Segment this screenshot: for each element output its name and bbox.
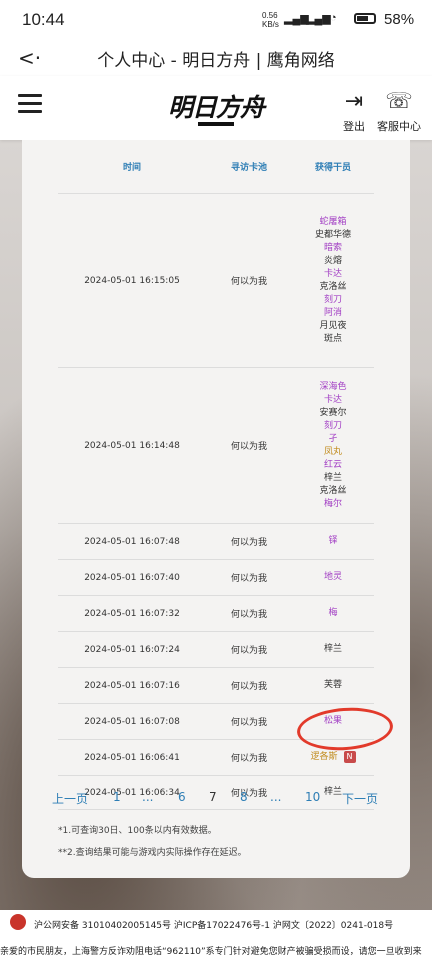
row-operators: 芙蓉: [292, 667, 374, 704]
operator-name: 刻刀: [323, 420, 342, 431]
column-header-pool: 寻访卡池: [206, 140, 292, 194]
page-link-10[interactable]: 10: [305, 790, 320, 804]
row-pool: 何以为我: [206, 367, 292, 524]
operator-name: 梓兰: [323, 472, 342, 483]
operator-name: 阿消: [323, 307, 342, 318]
row-operators: 地灵: [292, 559, 374, 596]
row-operators: 深海色卡达安赛尔刻刀孑凤丸红云梓兰克洛丝梅尔: [292, 367, 374, 524]
note-1: *1.可查询30日、100条以内有效数据。: [58, 826, 217, 836]
row-time: 2024-05-01 16:06:41: [58, 739, 206, 776]
row-pool: 何以为我: [206, 595, 292, 632]
row-time: 2024-05-01 16:07:16: [58, 667, 206, 704]
row-time: 2024-05-01 16:07:08: [58, 703, 206, 740]
battery-icon: [354, 13, 376, 24]
signal-icon: ▂▄▆: [306, 13, 331, 25]
logo[interactable]: 明日方舟: [168, 86, 265, 128]
notes: *1.可查询30日、100条以内有效数据。 **2.查询结果可能与游戏内实际操作…: [58, 820, 247, 864]
row-pool: 何以为我: [206, 667, 292, 704]
logout-button[interactable]: ⇥ 登出: [338, 90, 370, 134]
operator-name: 暗索: [323, 242, 342, 253]
operator-name: 梅: [328, 608, 338, 618]
battery-percent: 58%: [384, 11, 415, 28]
footer: 沪公网安备 31010402005145号 沪ICP备17022476号-1 沪…: [0, 910, 432, 960]
row-operators: 梓兰: [292, 631, 374, 668]
net-speed: 0.56 KB/s: [262, 11, 279, 29]
row-pool: 何以为我: [206, 193, 292, 368]
row-pool: 何以为我: [206, 739, 292, 776]
operator-name: 孑: [328, 433, 338, 444]
operator-name: 克洛丝: [319, 281, 347, 292]
footer-license: 沪公网安备 31010402005145号 沪ICP备17022476号-1 沪…: [34, 921, 394, 931]
operator-name: 蛇屠箱: [319, 216, 347, 227]
row-time: 2024-05-01 16:07:24: [58, 631, 206, 668]
clock: 10:44: [22, 10, 65, 29]
row-pool: 何以为我: [206, 523, 292, 560]
police-badge-icon: [10, 914, 26, 930]
hd-signal-icon: ▂▄▆: [284, 13, 309, 25]
new-badge: N: [343, 751, 356, 763]
operator-name: 芙蓉: [323, 680, 342, 690]
operator-name: 地灵: [323, 572, 342, 582]
operator-name: 卡达: [323, 268, 342, 279]
browser-title-bar: <· 个人中心 - 明日方舟 | 鹰角网络: [0, 40, 432, 76]
operator-name: 卡达: [323, 394, 342, 405]
operator-name: 斑点: [323, 333, 342, 344]
table-row: 2024-05-01 16:15:05 何以为我 蛇屠箱 史都华德 暗索 炎熔 卡达 克洛丝刻…: [58, 193, 374, 368]
column-header-time: 时间: [58, 140, 206, 194]
page-link-6[interactable]: 6: [178, 790, 186, 804]
customer-service-icon: ☏: [385, 89, 413, 114]
operator-name: 炎熔: [323, 255, 342, 266]
table-row: 2024-05-01 16:14:48 何以为我 深海色 卡达 安赛尔 刻刀孑凤丸 红云 梓兰…: [58, 367, 374, 524]
next-page-link[interactable]: 下一页: [342, 790, 378, 807]
table-row: 2024-05-01 16:07:48 何以为我 铎: [58, 523, 374, 560]
table-row: 2024-05-01 16:07:16 何以为我 芙蓉: [58, 667, 374, 704]
note-2: **2.查询结果可能与游戏内实际操作存在延迟。: [58, 848, 247, 858]
operator-name: 深海色: [319, 381, 347, 392]
operator-name: 凤丸: [323, 446, 342, 457]
footer-notice: 亲爱的市民朋友，上海警方反诈劝阻电话“962110”系专门针对避免您财产被骗受损…: [0, 947, 422, 957]
pagination: 上一页 1 ... 6 7 8 ... 10 下一页: [22, 790, 410, 810]
operator-name: 刻刀: [323, 294, 342, 305]
row-time: 2024-05-01 16:07:48: [58, 523, 206, 560]
row-operators: 蛇屠箱史都华德暗索炎熔卡达克洛丝刻刀阿消月见夜斑点: [292, 193, 374, 368]
page-link-8[interactable]: 8: [240, 790, 248, 804]
current-page: 7: [209, 790, 217, 804]
operator-name: 铎: [328, 536, 338, 546]
prev-page-link[interactable]: 上一页: [52, 790, 88, 807]
table-row: 2024-05-01 16:07:24 何以为我 梓兰: [58, 631, 374, 668]
row-pool: 何以为我: [206, 559, 292, 596]
row-pool: 何以为我: [206, 703, 292, 740]
operator-name: 克洛丝: [319, 485, 347, 496]
row-operators: 梅: [292, 595, 374, 632]
table-row: 2024-05-01 16:07:32 何以为我 梅: [58, 595, 374, 632]
page-ellipsis: ...: [270, 790, 282, 804]
gacha-history-panel: 时间 寻访卡池 获得干员 2024-05-01 16:15:05 何以为我 蛇屠箱史…: [22, 140, 410, 878]
logout-icon: ⇥: [344, 89, 364, 114]
operator-name: 逻各斯 N: [292, 751, 374, 764]
page-link-1[interactable]: 1: [113, 790, 121, 804]
row-time: 2024-05-01 16:07:32: [58, 595, 206, 632]
wifi-icon: ◔: [330, 12, 337, 24]
service-center-button[interactable]: ☏ 客服中心: [374, 90, 424, 134]
row-operators: 铎: [292, 523, 374, 560]
row-time: 2024-05-01 16:15:05: [58, 193, 206, 368]
operator-name: 红云: [323, 459, 342, 470]
page-ellipsis: ...: [142, 790, 154, 804]
row-pool: 何以为我: [206, 631, 292, 668]
table-row: 2024-05-01 16:07:40 何以为我 地灵: [58, 559, 374, 596]
site-header: 明日方舟 ⇥ 登出 ☏ 客服中心: [0, 76, 432, 140]
operator-name: 安赛尔: [319, 407, 347, 418]
operator-name: 梓兰: [323, 644, 342, 654]
menu-icon[interactable]: [18, 94, 42, 113]
row-time: 2024-05-01 16:14:48: [58, 367, 206, 524]
operator-name: 梅尔: [323, 498, 342, 509]
operator-name: 月见夜: [319, 320, 347, 331]
page-title: 个人中心 - 明日方舟 | 鹰角网络: [97, 51, 335, 71]
column-header-operators: 获得干员: [292, 140, 374, 194]
operator-name: 史都华德: [314, 229, 351, 240]
row-time: 2024-05-01 16:07:40: [58, 559, 206, 596]
status-bar: 10:44 0.56 KB/s ▂▄▆ ▂▄▆ ◔ 58%: [0, 0, 432, 40]
